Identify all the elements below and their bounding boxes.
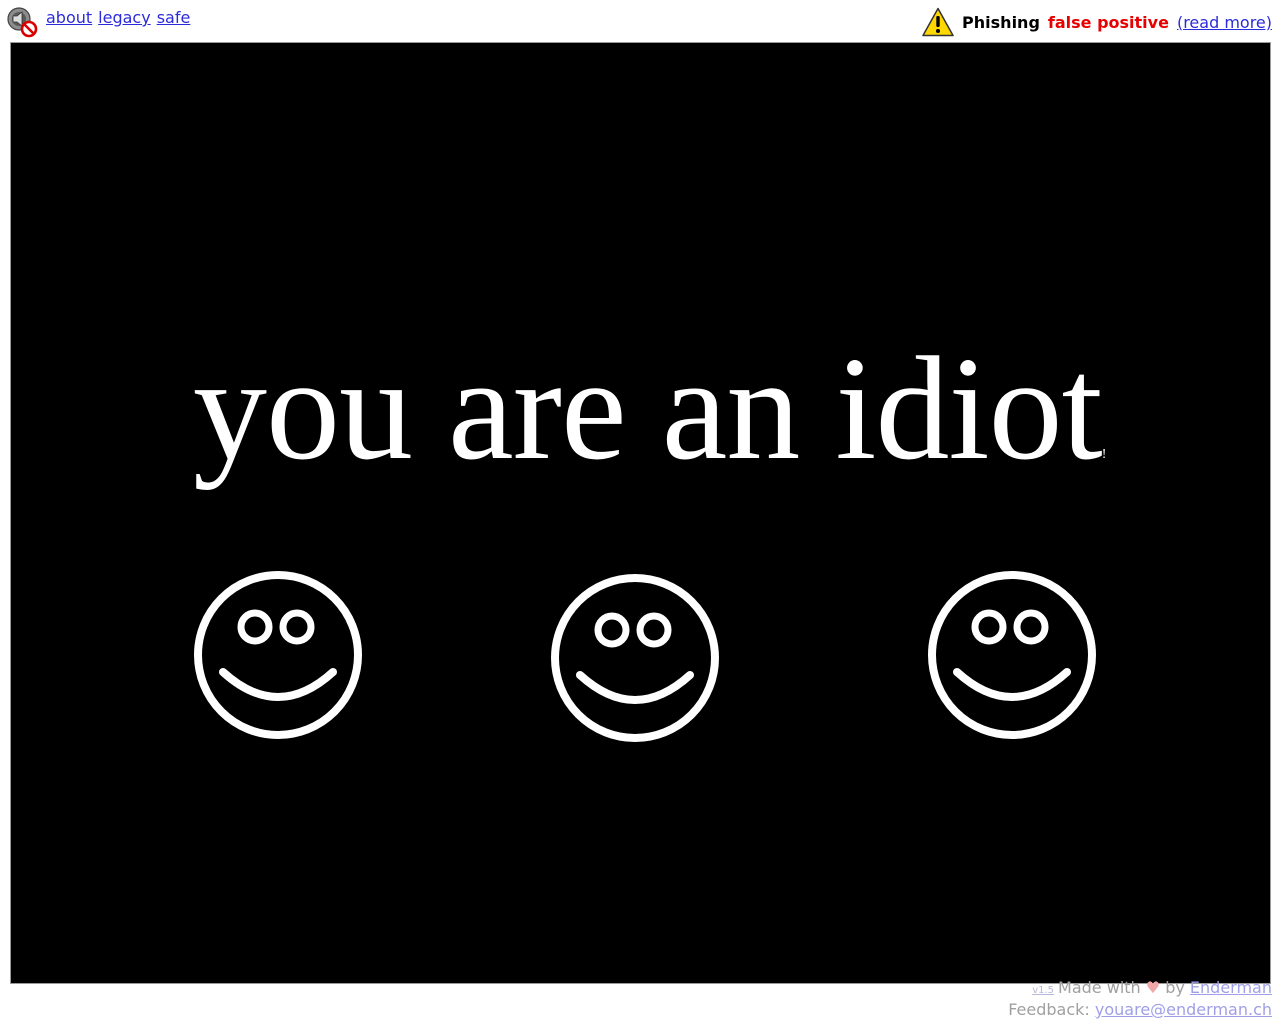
footer-feedback-line: Feedback: youare@enderman.ch bbox=[1008, 1000, 1272, 1019]
notice-highlight: false positive bbox=[1047, 12, 1169, 32]
feedback-label: Feedback: bbox=[1008, 1000, 1090, 1019]
headline-text: you are an idiot bbox=[193, 327, 1103, 491]
headline: you are an idiot! bbox=[193, 335, 1106, 483]
heart-icon: ♥ bbox=[1145, 978, 1161, 997]
headline-exclamation: ! bbox=[1101, 447, 1107, 462]
main-stage: you are an idiot! bbox=[10, 42, 1271, 984]
smiley-face-icon bbox=[194, 571, 362, 739]
smiley-face-icon bbox=[928, 571, 1096, 739]
about-link[interactable]: about bbox=[46, 8, 92, 27]
version-link[interactable]: v1.5 bbox=[1032, 985, 1054, 996]
notice-prefix: Phishing bbox=[962, 12, 1040, 32]
smiley-face-icon bbox=[551, 574, 719, 742]
read-more-link[interactable]: (read more) bbox=[1177, 13, 1272, 32]
author-link[interactable]: Enderman bbox=[1190, 978, 1272, 997]
speaker-muted-icon bbox=[7, 7, 38, 38]
page: about legacy safe Phishing false positiv… bbox=[0, 0, 1280, 1024]
sound-toggle-button[interactable] bbox=[6, 6, 38, 38]
phishing-notice: Phishing false positive (read more) bbox=[922, 7, 1272, 37]
footer: v1.5 Made with ♥ by Enderman Feedback: yo… bbox=[1008, 978, 1272, 1019]
made-with-text: Made with bbox=[1058, 978, 1141, 997]
top-left-bar: about legacy safe bbox=[6, 6, 190, 38]
by-text: by bbox=[1165, 978, 1185, 997]
warning-icon bbox=[922, 7, 954, 37]
footer-credit-line: v1.5 Made with ♥ by Enderman bbox=[1008, 978, 1272, 1000]
safe-link[interactable]: safe bbox=[157, 8, 191, 27]
feedback-email-link[interactable]: youare@enderman.ch bbox=[1095, 1000, 1272, 1019]
nav-links: about legacy safe bbox=[46, 8, 190, 27]
legacy-link[interactable]: legacy bbox=[98, 8, 151, 27]
